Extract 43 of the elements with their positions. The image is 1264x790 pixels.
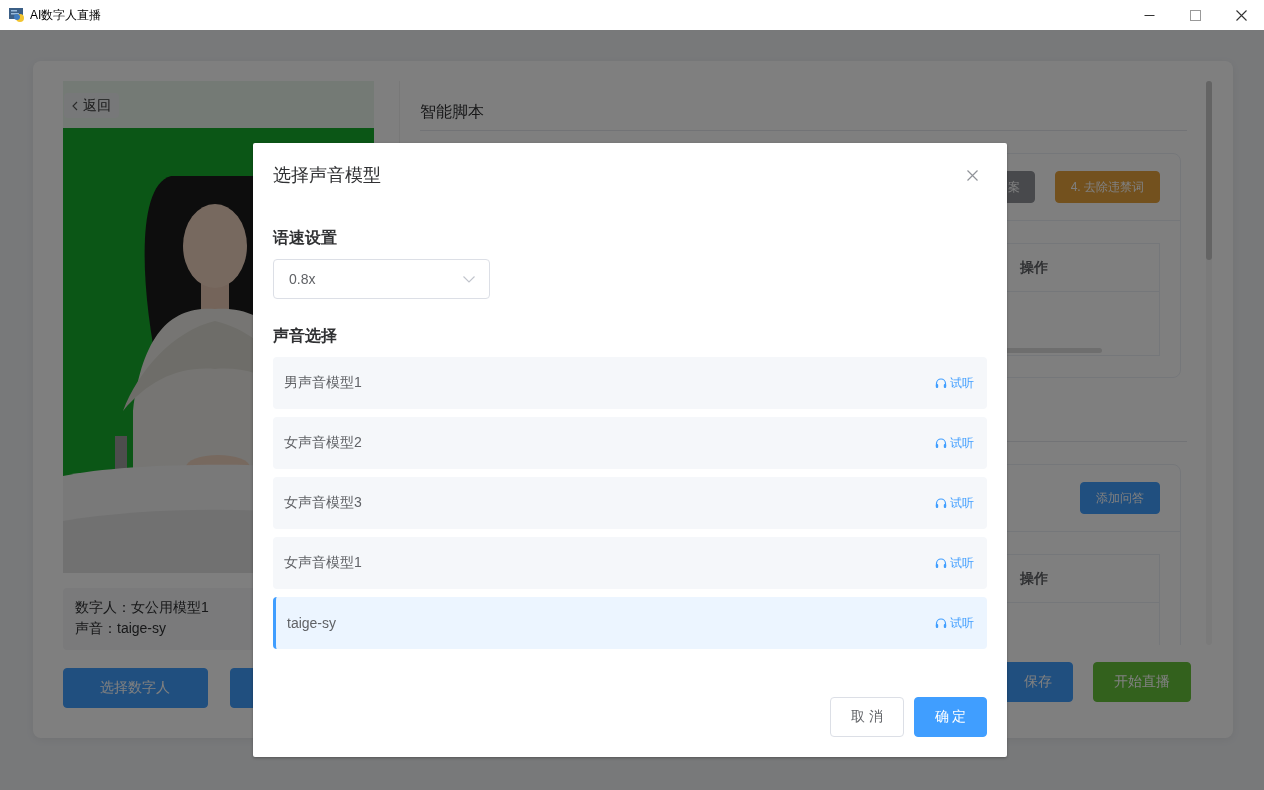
voice-name: 女声音模型2: [284, 434, 362, 452]
info-text: 数字人：女公用模型1: [75, 598, 209, 617]
voice-name: taige-sy: [287, 615, 337, 631]
confirm-button[interactable]: 确 定: [914, 697, 987, 737]
voice-name: 女声音模型1: [284, 554, 362, 572]
preview-link[interactable]: 试听: [935, 434, 974, 452]
toolbar-button[interactable]: 添加问答: [1080, 482, 1160, 514]
close-icon[interactable]: [1235, 9, 1247, 21]
toolbar-button[interactable]: 4. 去除违禁词: [1054, 171, 1160, 203]
start-live-button[interactable]: 开始直播: [1093, 662, 1191, 702]
back-button[interactable]: 返回: [64, 93, 119, 118]
select-avatar-button[interactable]: 选择数字人: [63, 668, 208, 708]
headphones-icon: [935, 437, 947, 449]
voice-name: 男声音模型1: [284, 374, 362, 392]
chevron-down-icon: [463, 275, 475, 283]
field-label: 语速设置: [273, 228, 337, 248]
dialog-title: 选择声音模型: [273, 164, 381, 187]
chevron-left-icon: [72, 100, 78, 111]
field-label: 声音选择: [273, 326, 337, 346]
preview-link[interactable]: 试听: [935, 614, 974, 632]
section-title: 智能脚本: [420, 103, 484, 120]
headphones-icon: [935, 557, 947, 569]
scrollbar[interactable]: [1206, 81, 1212, 260]
preview-link[interactable]: 试听: [935, 374, 974, 392]
voice-option[interactable]: taige-sy 试听: [273, 597, 987, 649]
window-title: AI数字人直播: [30, 6, 102, 24]
headphones-icon: [935, 377, 947, 389]
preview-link[interactable]: 试听: [935, 554, 974, 572]
voice-option[interactable]: 女声音模型2 试听: [273, 417, 987, 469]
app-icon: [9, 7, 25, 23]
speed-select[interactable]: 0.8x: [273, 259, 490, 299]
headphones-icon: [935, 497, 947, 509]
voice-option[interactable]: 男声音模型1 试听: [273, 357, 987, 409]
column-header: 操作: [1020, 569, 1048, 588]
voice-name: 女声音模型3: [284, 494, 362, 512]
maximize-icon[interactable]: [1189, 9, 1201, 21]
column-header: 操作: [1020, 258, 1048, 277]
headphones-icon: [935, 617, 947, 629]
voice-option[interactable]: 女声音模型1 试听: [273, 537, 987, 589]
info-text: 声音：taige-sy: [75, 619, 167, 638]
preview-link[interactable]: 试听: [935, 494, 974, 512]
voice-option[interactable]: 女声音模型3 试听: [273, 477, 987, 529]
cancel-button[interactable]: 取 消: [830, 697, 904, 737]
